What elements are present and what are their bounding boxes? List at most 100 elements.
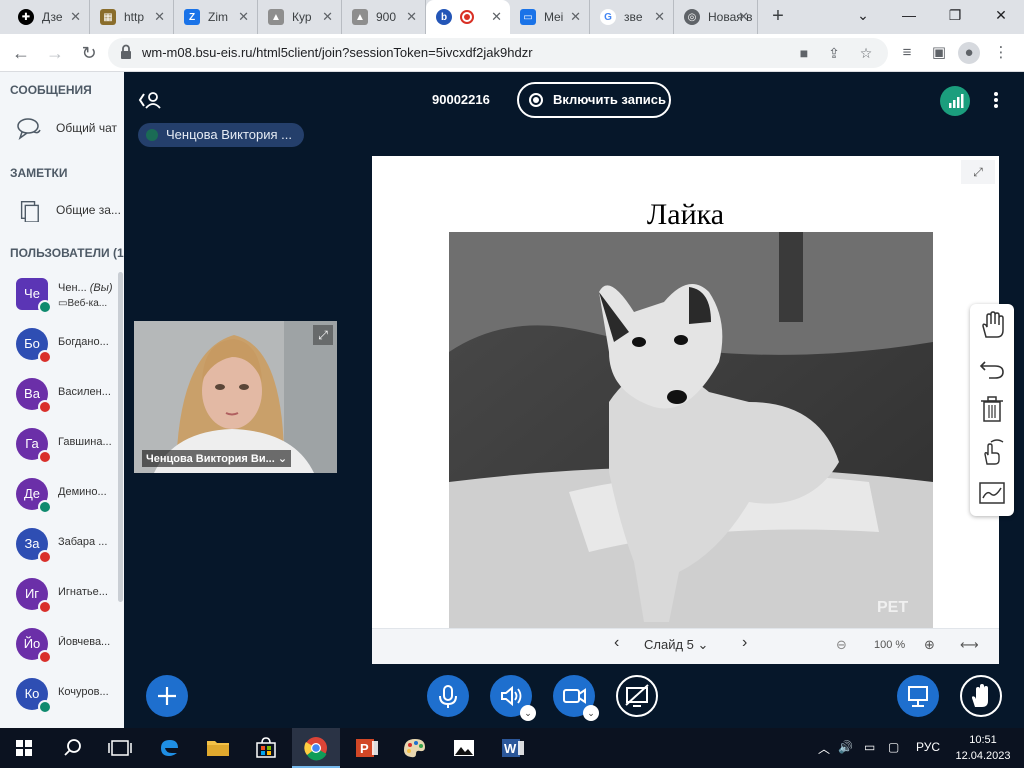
- minimize-button[interactable]: —: [886, 0, 932, 34]
- zoom-in-button[interactable]: ⊕: [924, 637, 935, 653]
- close-icon[interactable]: ✕: [491, 9, 502, 25]
- forward-button[interactable]: →: [42, 40, 68, 66]
- close-icon[interactable]: ✕: [322, 9, 333, 25]
- raise-hand-button[interactable]: [960, 675, 1002, 717]
- tab-search-icon[interactable]: ⌄: [840, 0, 886, 34]
- word-app[interactable]: W: [488, 728, 536, 768]
- meeting-title: 90002216: [432, 92, 490, 107]
- browser-tab[interactable]: ▦ http ✕: [90, 0, 174, 34]
- user-list-item[interactable]: Га Гавшина...: [0, 422, 120, 470]
- screen-share-button[interactable]: [616, 675, 658, 717]
- chrome-icon: [304, 737, 327, 761]
- reload-button[interactable]: ↻: [76, 40, 102, 66]
- webcam-user-label[interactable]: Ченцова Виктория Ви... ⌄: [142, 450, 292, 467]
- undo-icon[interactable]: [977, 352, 1007, 382]
- edge-icon: [161, 740, 178, 756]
- share-icon[interactable]: ⇪: [824, 43, 844, 63]
- chevron-down-icon[interactable]: ⌄: [520, 705, 536, 721]
- user-list-item[interactable]: Ко Кочуров...: [0, 672, 120, 720]
- fit-width-button[interactable]: ⟷: [960, 637, 979, 653]
- language-indicator[interactable]: РУС: [916, 740, 940, 754]
- start-button[interactable]: [0, 728, 48, 768]
- pan-hand-icon[interactable]: [977, 310, 1007, 340]
- zoom-out-button[interactable]: ⊖: [836, 637, 847, 653]
- audio-button[interactable]: ⌄: [490, 675, 536, 721]
- slide-select[interactable]: Слайд 5 ⌄: [644, 637, 708, 653]
- start-recording-button[interactable]: Включить запись: [517, 82, 671, 118]
- chrome-icon: ◎: [684, 9, 700, 25]
- show-hidden-icons-icon[interactable]: ︿: [818, 740, 830, 757]
- presentation-button[interactable]: [897, 675, 939, 717]
- bookmark-star-icon[interactable]: ☆: [856, 43, 876, 63]
- photos-app[interactable]: [440, 728, 488, 768]
- chrome-app[interactable]: [292, 728, 340, 768]
- task-view-button[interactable]: [96, 728, 144, 768]
- shared-notes-item[interactable]: Общие за...: [0, 190, 124, 230]
- users-section-title: ПОЛЬЗОВАТЕЛИ (18): [10, 246, 124, 260]
- media-control-icon[interactable]: ≡: [896, 42, 918, 64]
- user-list-scrollbar[interactable]: [118, 272, 123, 602]
- browser-tab[interactable]: ◎ Новая в ✕: [674, 0, 758, 34]
- powerpoint-app[interactable]: P: [342, 728, 390, 768]
- user-list-item[interactable]: Че Чен... (Вы) ▭Веб-ка...: [0, 272, 120, 320]
- browser-tab-active[interactable]: b ✕: [426, 0, 510, 34]
- webcam-video[interactable]: ⤢ Ченцова Виктория Ви... ⌄: [134, 321, 337, 473]
- close-icon[interactable]: ✕: [570, 9, 581, 25]
- microphone-button[interactable]: [427, 675, 469, 717]
- webcam-button[interactable]: ⌄: [553, 675, 599, 721]
- actions-plus-button[interactable]: [146, 675, 188, 717]
- side-panel-icon[interactable]: ▣: [928, 42, 950, 64]
- user-list-item[interactable]: Ва Василен...: [0, 372, 120, 420]
- network-icon[interactable]: ▭: [864, 740, 875, 754]
- user-list-item[interactable]: Иг Игнатье...: [0, 572, 120, 620]
- address-bar[interactable]: wm-m08.bsu-eis.ru/html5client/join?sessi…: [108, 38, 888, 68]
- back-button[interactable]: ←: [8, 40, 34, 66]
- current-talker-indicator[interactable]: Ченцова Виктория ...: [138, 123, 304, 147]
- search-button[interactable]: [48, 728, 96, 768]
- close-icon[interactable]: ✕: [654, 9, 665, 25]
- close-icon[interactable]: ✕: [738, 9, 749, 25]
- next-slide-button[interactable]: ›: [742, 634, 747, 652]
- camera-icon[interactable]: ■: [794, 43, 814, 63]
- fullscreen-icon[interactable]: ⤢: [961, 160, 995, 184]
- store-app[interactable]: [242, 728, 290, 768]
- connection-status-button[interactable]: [940, 86, 970, 116]
- expand-icon[interactable]: ⤢: [313, 325, 333, 345]
- file-explorer-app[interactable]: [194, 728, 242, 768]
- close-icon[interactable]: ✕: [406, 9, 417, 25]
- browser-tab[interactable]: ✚ Дзе ✕: [8, 0, 90, 34]
- close-window-button[interactable]: ✕: [978, 0, 1024, 34]
- close-icon[interactable]: ✕: [70, 9, 81, 25]
- user-list-item[interactable]: За Забара ...: [0, 522, 120, 570]
- chevron-down-icon: ⌄: [697, 637, 709, 652]
- options-kebab-icon[interactable]: [990, 90, 1002, 110]
- pencil-tool-icon[interactable]: [977, 478, 1007, 508]
- close-icon[interactable]: ✕: [154, 9, 165, 25]
- chevron-down-icon[interactable]: ⌄: [583, 705, 599, 721]
- restore-button[interactable]: ❐: [932, 0, 978, 34]
- volume-icon[interactable]: 🔊: [838, 740, 853, 754]
- browser-tab[interactable]: G звe ✕: [590, 0, 674, 34]
- user-list-item[interactable]: Йо Йовчева...: [0, 622, 120, 670]
- presentation-area: ⤢ Лайка PET ‹ Слайд 5 ⌄ › ⊖ 100 % ⊕ ⟷: [372, 156, 999, 664]
- close-icon[interactable]: ✕: [238, 9, 249, 25]
- toggle-user-list-icon[interactable]: [138, 90, 162, 110]
- menu-kebab-icon[interactable]: ⋮: [990, 42, 1012, 64]
- taskbar-clock[interactable]: 10:51 12.04.2023: [950, 732, 1016, 764]
- browser-tab[interactable]: ▲ 900 ✕: [342, 0, 426, 34]
- multi-user-whiteboard-icon[interactable]: [977, 436, 1007, 466]
- browser-tab[interactable]: ▲ Кур ✕: [258, 0, 342, 34]
- notifications-icon[interactable]: ▢: [888, 740, 899, 754]
- browser-tab[interactable]: ▭ Mei ✕: [510, 0, 590, 34]
- previous-slide-button[interactable]: ‹: [614, 634, 619, 652]
- google-icon: G: [600, 9, 616, 25]
- public-chat-item[interactable]: Общий чат: [0, 108, 124, 148]
- browser-tab[interactable]: Z Zim ✕: [174, 0, 258, 34]
- user-list-item[interactable]: Де Демино...: [0, 472, 120, 520]
- edge-app[interactable]: [146, 728, 194, 768]
- trash-icon[interactable]: [977, 394, 1007, 424]
- new-tab-button[interactable]: +: [766, 4, 790, 28]
- paint-app[interactable]: [390, 728, 438, 768]
- profile-avatar-icon[interactable]: ●: [958, 42, 980, 64]
- user-list-item[interactable]: Бо Богдано...: [0, 322, 120, 370]
